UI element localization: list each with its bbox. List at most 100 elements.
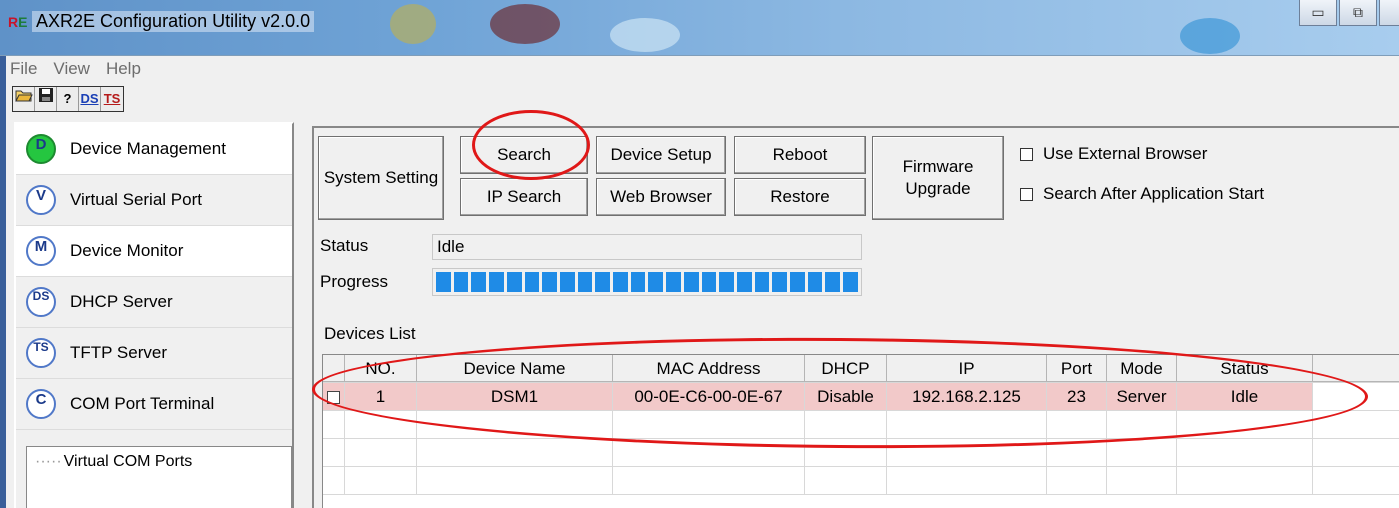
sidebar-item-label: COM Port Terminal — [70, 394, 215, 413]
cell-device-name: DSM1 — [417, 383, 613, 410]
cell-port: 23 — [1047, 383, 1107, 410]
wallpaper-decoration — [610, 18, 680, 52]
cell-mac-address: 00-0E-C6-00-0E-67 — [613, 383, 805, 410]
progress-segment — [630, 272, 646, 292]
cell-filler — [1313, 383, 1399, 410]
menu-view[interactable]: View — [53, 59, 90, 79]
cell-ip: 192.168.2.125 — [887, 383, 1047, 410]
tftp-server-icon: TS — [26, 338, 56, 368]
toolbar-group: ? DS TS — [12, 86, 124, 112]
device-monitor-icon: M — [26, 236, 56, 266]
row-checkbox[interactable] — [327, 391, 340, 405]
status-field: Idle — [432, 234, 862, 260]
row-select-cell[interactable] — [323, 383, 345, 410]
progress-segment — [559, 272, 575, 292]
search-after-start-checkbox[interactable]: Search After Application Start — [1020, 184, 1264, 204]
checkbox-box[interactable] — [1020, 147, 1033, 161]
firmware-upgrade-button[interactable]: Firmware Upgrade — [872, 136, 1004, 220]
devices-list-table[interactable]: NO. Device Name MAC Address DHCP IP Port… — [322, 354, 1399, 508]
sidebar: D Device Management V Virtual Serial Por… — [14, 122, 294, 508]
close-button-edge[interactable] — [1379, 0, 1399, 26]
column-header-dhcp[interactable]: DHCP — [805, 355, 887, 382]
cell-dhcp: Disable — [805, 383, 887, 410]
column-header-port[interactable]: Port — [1047, 355, 1107, 382]
table-row[interactable]: 1 DSM1 00-0E-C6-00-0E-67 Disable 192.168… — [323, 383, 1399, 411]
sidebar-item-label: Virtual Serial Port — [70, 190, 202, 209]
progress-bar — [432, 268, 862, 296]
title-bar: RE AXR2E Configuration Utility v2.0.0 ▭ … — [0, 0, 1399, 56]
menu-file[interactable]: File — [10, 59, 37, 79]
progress-segment — [577, 272, 593, 292]
help-icon[interactable]: ? — [57, 87, 79, 111]
progress-segment — [754, 272, 770, 292]
progress-segment — [506, 272, 522, 292]
progress-segment — [843, 272, 858, 292]
open-folder-icon[interactable] — [13, 87, 35, 111]
progress-segment — [648, 272, 664, 292]
table-row-empty — [323, 411, 1399, 439]
sidebar-item-device-monitor[interactable]: M Device Monitor — [16, 226, 292, 277]
column-header-no[interactable]: NO. — [345, 355, 417, 382]
save-icon[interactable] — [35, 87, 57, 111]
table-row-empty — [323, 439, 1399, 467]
virtual-com-ports-tree[interactable]: ····· Virtual COM Ports — [26, 446, 292, 508]
app-logo-icon: RE — [8, 14, 28, 30]
progress-segment — [719, 272, 734, 292]
devices-list-label: Devices List — [324, 324, 416, 343]
menu-bar: File View Help — [0, 56, 1399, 82]
sidebar-item-device-management[interactable]: D Device Management — [16, 124, 292, 175]
progress-segment — [524, 272, 540, 292]
checkbox-box[interactable] — [1020, 187, 1033, 201]
column-header-mac-address[interactable]: MAC Address — [613, 355, 805, 382]
column-header-status[interactable]: Status — [1177, 355, 1313, 382]
checkbox-label: Use External Browser — [1043, 144, 1208, 163]
wallpaper-decoration — [1180, 18, 1240, 54]
wallpaper-decoration — [390, 4, 436, 44]
progress-segment — [436, 272, 451, 292]
column-header-mode[interactable]: Mode — [1107, 355, 1177, 382]
column-header-select — [323, 355, 345, 382]
system-setting-button[interactable]: System Setting — [318, 136, 444, 220]
column-header-device-name[interactable]: Device Name — [417, 355, 613, 382]
search-button[interactable]: Search — [460, 136, 588, 174]
progress-segment — [683, 272, 699, 292]
progress-segment — [453, 272, 469, 292]
progress-segment — [772, 272, 788, 292]
main-frame: D Device Management V Virtual Serial Por… — [0, 118, 1399, 508]
toolbar: ? DS TS — [0, 82, 1399, 118]
dhcp-server-tool-icon[interactable]: DS — [79, 87, 101, 111]
sidebar-item-com-port-terminal[interactable]: C COM Port Terminal — [16, 379, 292, 430]
sidebar-item-dhcp-server[interactable]: DS DHCP Server — [16, 277, 292, 328]
window-title: AXR2E Configuration Utility v2.0.0 — [32, 11, 315, 32]
device-management-icon: D — [26, 134, 56, 164]
restore-icon[interactable]: ⧉ — [1339, 0, 1377, 26]
menu-help[interactable]: Help — [106, 59, 141, 79]
device-management-panel: System Setting Search IP Search Device S… — [312, 126, 1399, 508]
progress-segment — [595, 272, 611, 292]
web-browser-button[interactable]: Web Browser — [596, 178, 726, 216]
progress-segment — [790, 272, 805, 292]
progress-label: Progress — [320, 272, 389, 291]
progress-segment — [825, 272, 841, 292]
ip-search-button[interactable]: IP Search — [460, 178, 588, 216]
progress-segment — [736, 272, 752, 292]
cell-no: 1 — [345, 383, 417, 410]
column-header-filler — [1313, 355, 1399, 382]
use-external-browser-checkbox[interactable]: Use External Browser — [1020, 144, 1207, 164]
progress-segment — [613, 272, 628, 292]
minimize-icon[interactable]: ▭ — [1299, 0, 1337, 26]
sidebar-item-tftp-server[interactable]: TS TFTP Server — [16, 328, 292, 379]
progress-segment — [701, 272, 717, 292]
com-port-terminal-icon: C — [26, 389, 56, 419]
wallpaper-decoration — [490, 4, 560, 44]
tftp-server-tool-icon[interactable]: TS — [101, 87, 123, 111]
progress-segment — [471, 272, 487, 292]
column-header-ip[interactable]: IP — [887, 355, 1047, 382]
reboot-button[interactable]: Reboot — [734, 136, 866, 174]
device-setup-button[interactable]: Device Setup — [596, 136, 726, 174]
window-controls: ▭ ⧉ — [1297, 0, 1399, 28]
sidebar-item-virtual-serial-port[interactable]: V Virtual Serial Port — [16, 175, 292, 226]
tree-branch-line: ····· — [35, 453, 62, 470]
restore-button[interactable]: Restore — [734, 178, 866, 216]
tree-node-virtual-com-ports[interactable]: Virtual COM Ports — [64, 453, 193, 470]
